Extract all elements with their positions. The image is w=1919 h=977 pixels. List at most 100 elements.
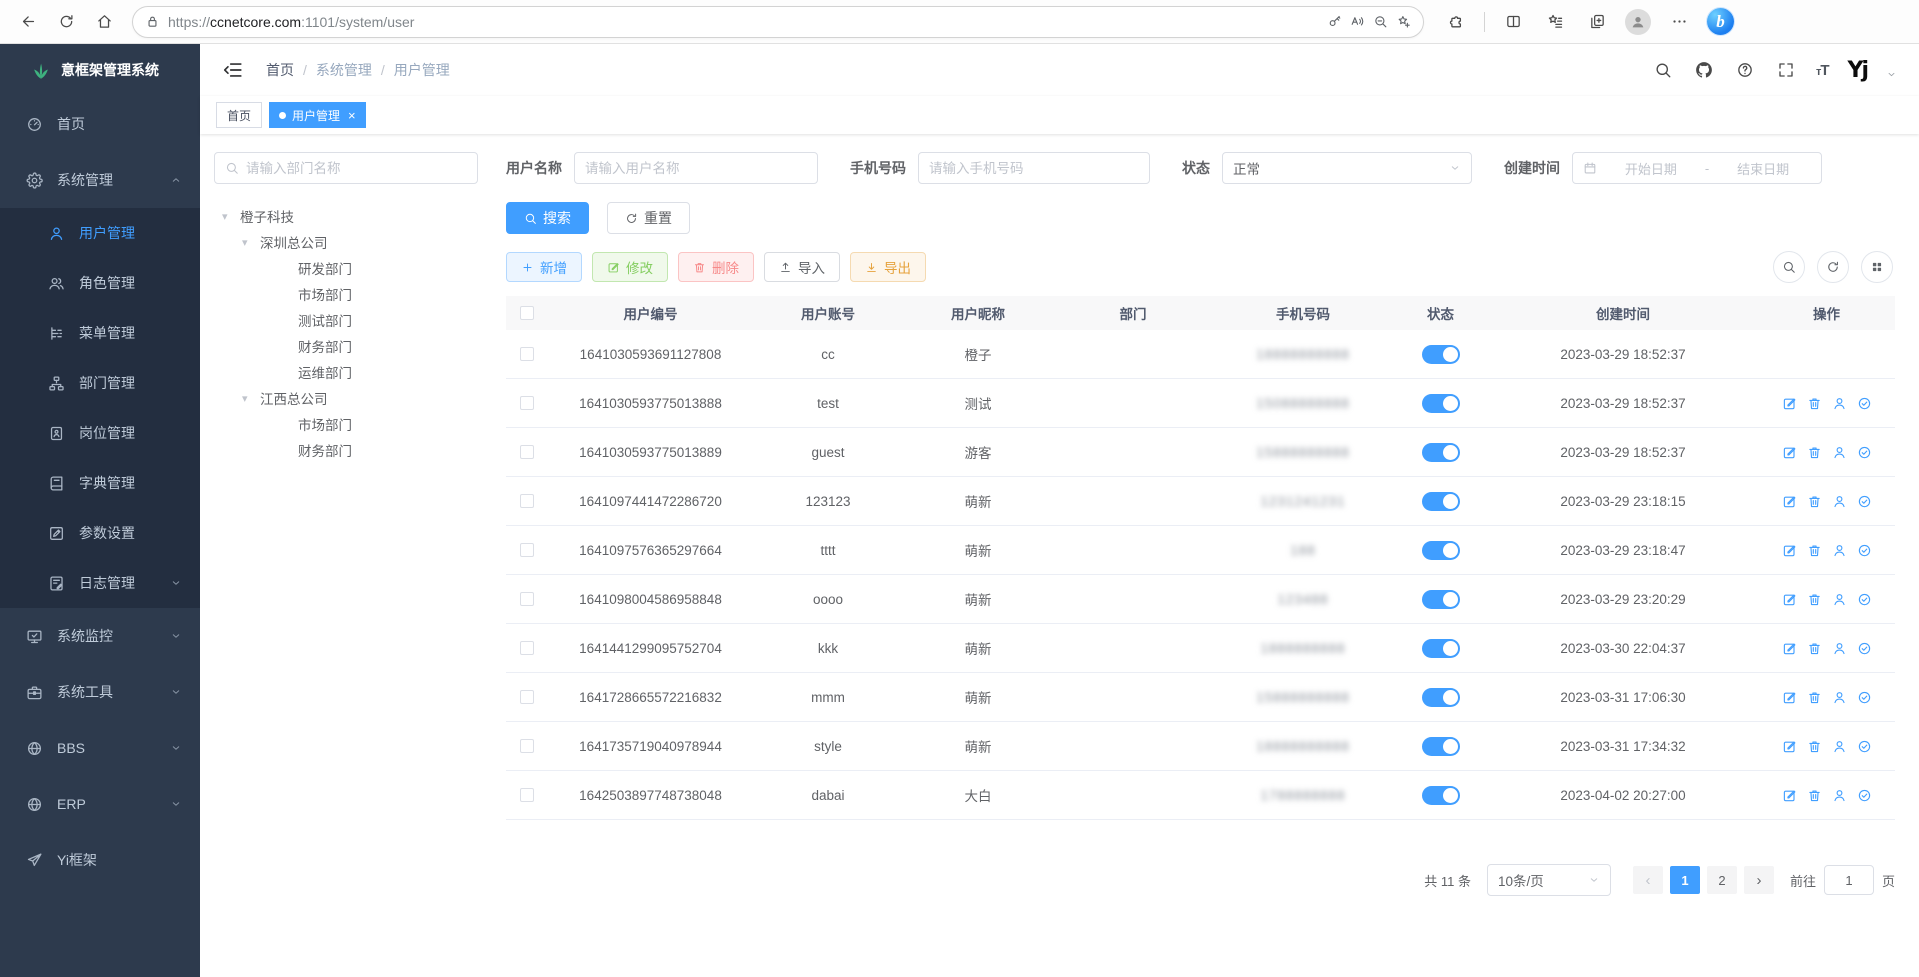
- row-checkbox[interactable]: [520, 592, 534, 606]
- reset-button[interactable]: 重置: [607, 202, 690, 234]
- goto-page-input[interactable]: [1824, 865, 1874, 895]
- approve-icon[interactable]: [1857, 788, 1872, 803]
- address-bar[interactable]: https://ccnetcore.com:1101/system/user: [132, 6, 1424, 38]
- sidebar-item-user[interactable]: 用户管理: [0, 208, 200, 258]
- sidebar-item-role[interactable]: 角色管理: [0, 258, 200, 308]
- column-settings-button[interactable]: [1861, 251, 1893, 283]
- import-button[interactable]: 导入: [764, 252, 840, 282]
- approve-icon[interactable]: [1857, 543, 1872, 558]
- approve-icon[interactable]: [1857, 592, 1872, 607]
- sidebar-item-system[interactable]: 系统管理: [0, 152, 200, 208]
- add-favorite-icon[interactable]: [1396, 14, 1411, 29]
- approve-icon[interactable]: [1857, 641, 1872, 656]
- copilot-icon[interactable]: b: [1707, 8, 1734, 35]
- tree-node[interactable]: 测试部门: [214, 307, 478, 333]
- extensions-button[interactable]: [1442, 8, 1470, 36]
- page-button-2[interactable]: 2: [1707, 866, 1737, 894]
- approve-icon[interactable]: [1857, 396, 1872, 411]
- department-search-input[interactable]: [246, 161, 467, 176]
- reset-password-icon[interactable]: [1832, 739, 1847, 754]
- tree-node[interactable]: 市场部门: [214, 281, 478, 307]
- row-checkbox[interactable]: [520, 543, 534, 557]
- sidebar-item-yi[interactable]: Yi框架: [0, 832, 200, 888]
- help-button[interactable]: [1734, 59, 1756, 81]
- phone-input[interactable]: [929, 161, 1139, 176]
- table-row[interactable]: 1641097441472286720 123123 萌新 1231241231…: [506, 477, 1895, 526]
- reload-button[interactable]: [50, 6, 82, 38]
- delete-icon[interactable]: [1807, 641, 1822, 656]
- edit-icon[interactable]: [1782, 494, 1797, 509]
- table-row[interactable]: 1641030593775013888 test 测试 15088888888 …: [506, 379, 1895, 428]
- status-toggle[interactable]: [1422, 492, 1460, 511]
- status-toggle[interactable]: [1422, 688, 1460, 707]
- sidebar-item-dict[interactable]: 字典管理: [0, 458, 200, 508]
- prev-page-button[interactable]: ‹: [1633, 866, 1663, 894]
- tree-node[interactable]: ▾深圳总公司: [214, 229, 478, 255]
- status-select[interactable]: 正常: [1222, 152, 1472, 184]
- breadcrumb-item[interactable]: 系统管理: [316, 60, 372, 80]
- sidebar-item-erp[interactable]: ERP: [0, 776, 200, 832]
- back-button[interactable]: [12, 6, 44, 38]
- reset-password-icon[interactable]: [1832, 396, 1847, 411]
- delete-icon[interactable]: [1807, 739, 1822, 754]
- row-checkbox[interactable]: [520, 396, 534, 410]
- page-button-1[interactable]: 1: [1670, 866, 1700, 894]
- tab-user-management[interactable]: 用户管理 ×: [269, 102, 366, 128]
- reset-password-icon[interactable]: [1832, 592, 1847, 607]
- sidebar-item-home[interactable]: 首页: [0, 96, 200, 152]
- table-row[interactable]: 1641030593775013889 guest 游客 15888888888…: [506, 428, 1895, 477]
- sidebar-item-param[interactable]: 参数设置: [0, 508, 200, 558]
- collapse-sidebar-button[interactable]: [222, 59, 244, 81]
- browser-profile-button[interactable]: [1625, 9, 1651, 35]
- table-row[interactable]: 1641735719040978944 style 萌新 18888888888…: [506, 722, 1895, 771]
- reset-password-icon[interactable]: [1832, 641, 1847, 656]
- page-size-select[interactable]: 10条/页: [1487, 864, 1611, 896]
- caret-down-icon[interactable]: ▾: [242, 392, 260, 405]
- tree-node[interactable]: 财务部门: [214, 333, 478, 359]
- split-screen-button[interactable]: [1499, 8, 1527, 36]
- user-avatar-logo[interactable]: Yj: [1848, 58, 1867, 83]
- sidebar-item-dept[interactable]: 部门管理: [0, 358, 200, 408]
- delete-icon[interactable]: [1807, 396, 1822, 411]
- date-range-picker[interactable]: 开始日期 - 结束日期: [1572, 152, 1822, 184]
- row-checkbox[interactable]: [520, 494, 534, 508]
- edit-button[interactable]: 修改: [592, 252, 668, 282]
- reset-password-icon[interactable]: [1832, 445, 1847, 460]
- user-menu-caret-icon[interactable]: [1886, 69, 1897, 80]
- table-row[interactable]: 1641728665572216832 mmm 萌新 15888888888 2…: [506, 673, 1895, 722]
- delete-icon[interactable]: [1807, 788, 1822, 803]
- edit-icon[interactable]: [1782, 445, 1797, 460]
- delete-icon[interactable]: [1807, 494, 1822, 509]
- show-search-button[interactable]: [1773, 251, 1805, 283]
- caret-down-icon[interactable]: ▾: [222, 210, 240, 223]
- row-checkbox[interactable]: [520, 690, 534, 704]
- row-checkbox[interactable]: [520, 347, 534, 361]
- status-toggle[interactable]: [1422, 443, 1460, 462]
- edit-icon[interactable]: [1782, 690, 1797, 705]
- table-row[interactable]: 1641098004586958848 oooo 萌新 123488 2023-…: [506, 575, 1895, 624]
- github-button[interactable]: [1693, 59, 1715, 81]
- search-button[interactable]: 搜索: [506, 202, 589, 234]
- row-checkbox[interactable]: [520, 641, 534, 655]
- reset-password-icon[interactable]: [1832, 543, 1847, 558]
- breadcrumb-item[interactable]: 首页: [266, 60, 294, 80]
- delete-button[interactable]: 删除: [678, 252, 754, 282]
- close-tab-icon[interactable]: ×: [348, 109, 356, 122]
- approve-icon[interactable]: [1857, 739, 1872, 754]
- caret-down-icon[interactable]: ▾: [242, 236, 260, 249]
- delete-icon[interactable]: [1807, 445, 1822, 460]
- add-button[interactable]: 新增: [506, 252, 582, 282]
- approve-icon[interactable]: [1857, 494, 1872, 509]
- tab-home[interactable]: 首页: [216, 102, 262, 128]
- username-input[interactable]: [585, 161, 807, 176]
- sidebar-item-bbs[interactable]: BBS: [0, 720, 200, 776]
- table-row[interactable]: 1642503897748738048 dabai 大白 1788888888 …: [506, 771, 1895, 820]
- sidebar-item-post[interactable]: 岗位管理: [0, 408, 200, 458]
- browser-menu-button[interactable]: [1665, 8, 1693, 36]
- collections-button[interactable]: [1583, 8, 1611, 36]
- status-toggle[interactable]: [1422, 394, 1460, 413]
- row-checkbox[interactable]: [520, 739, 534, 753]
- favorites-button[interactable]: [1541, 8, 1569, 36]
- sidebar-item-monitor[interactable]: 系统监控: [0, 608, 200, 664]
- status-toggle[interactable]: [1422, 737, 1460, 756]
